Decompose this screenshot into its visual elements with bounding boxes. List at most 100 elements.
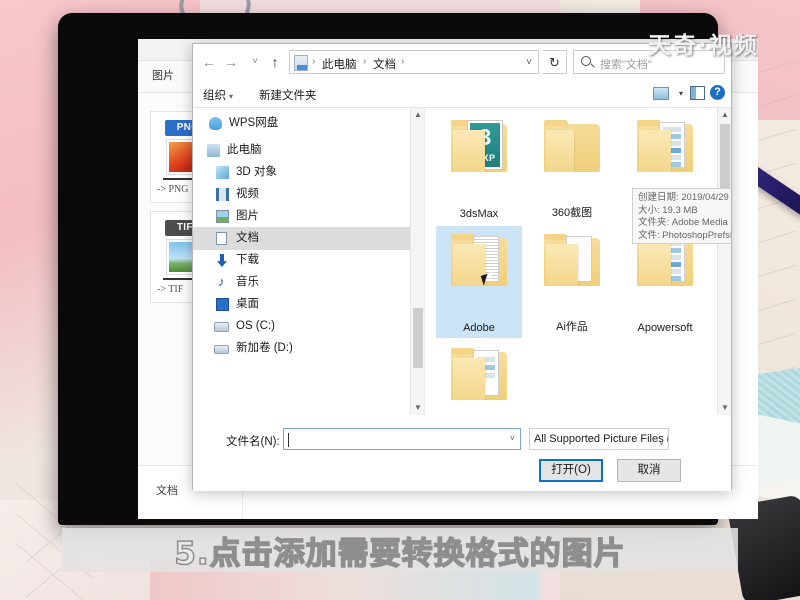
- scroll-down-icon[interactable]: ▼: [411, 401, 424, 415]
- chevron-down-icon[interactable]: ˅: [526, 57, 532, 68]
- download-icon: [217, 254, 227, 267]
- file-item-label: 360截图: [551, 207, 593, 219]
- sidebar-item-label: 新加卷 (D:): [236, 342, 293, 354]
- sidebar-item-this-pc[interactable]: 此电脑: [193, 139, 424, 162]
- view-options-icon[interactable]: [653, 87, 669, 100]
- filetype-dropdown[interactable]: All Supported Picture Files (* ˅: [529, 428, 669, 450]
- sidebar-item-3d-objects[interactable]: 3D 对象: [193, 161, 424, 184]
- open-button[interactable]: 打开(O): [539, 459, 603, 482]
- filetype-value: All Supported Picture Files (*: [534, 433, 669, 445]
- drive-icon: [214, 322, 229, 332]
- scrollbar-thumb[interactable]: [413, 308, 423, 368]
- sidebar-item-label: 文档: [236, 232, 259, 244]
- cube-icon: [216, 166, 229, 179]
- folder-icon: 3 MXP: [451, 120, 507, 172]
- up-icon[interactable]: ↑: [265, 52, 285, 72]
- cancel-button[interactable]: 取消: [617, 459, 681, 482]
- documents-icon: [216, 232, 227, 245]
- file-item-label: 3dsMax: [459, 208, 499, 220]
- sidebar-scrollbar[interactable]: ▲ ▼: [410, 108, 424, 415]
- organize-label: 组织: [203, 90, 226, 102]
- breadcrumb-separator: ›: [401, 56, 405, 67]
- preview-pane-icon[interactable]: [690, 86, 705, 100]
- app-status-label: 文档: [156, 485, 178, 497]
- filename-input[interactable]: ˅: [283, 428, 521, 450]
- scroll-down-icon[interactable]: ▼: [718, 401, 731, 415]
- search-placeholder: 搜索"文档": [600, 59, 652, 71]
- refresh-icon[interactable]: ↻: [543, 50, 567, 74]
- file-item-adobe[interactable]: Adobe: [436, 226, 522, 338]
- breadcrumb-documents[interactable]: 文档: [373, 56, 396, 72]
- tooltip-folders: 文件夹: Adobe Media Encoder, After Effects,…: [638, 217, 731, 229]
- file-hover-tooltip: 创建日期: 2019/04/29 12:53 大小: 19.3 MB 文件夹: …: [632, 188, 731, 244]
- caption-bar: 5.点击添加需要转换格式的图片: [62, 528, 738, 572]
- sidebar-item-desktop[interactable]: 桌面: [193, 293, 424, 316]
- breadcrumb-separator: ›: [363, 56, 367, 67]
- recent-locations-icon[interactable]: ˅: [245, 52, 265, 72]
- file-list-scrollbar[interactable]: ▲ ▼: [717, 108, 731, 415]
- sidebar-item-label: 此电脑: [227, 144, 262, 156]
- chevron-down-icon: ˅: [658, 438, 664, 448]
- folder-icon: [451, 348, 507, 400]
- sidebar-item-downloads[interactable]: 下载: [193, 249, 424, 272]
- sidebar-item-documents[interactable]: 文档: [193, 227, 424, 250]
- chevron-down-icon[interactable]: ˅: [510, 433, 515, 443]
- sidebar-item-label: 图片: [236, 210, 259, 222]
- app-tab-images[interactable]: 图片: [152, 67, 174, 83]
- folder-icon: [451, 234, 507, 286]
- file-item-ai-works[interactable]: Ai作品: [529, 226, 615, 338]
- breadcrumb-separator: ›: [312, 56, 316, 67]
- format-arrow-label-png: -> PNG: [157, 184, 189, 195]
- desktop-icon: [216, 298, 229, 311]
- format-arrow-label-tiff: -> TIF: [157, 284, 184, 295]
- video-icon: [216, 188, 229, 201]
- dialog-toolbar: 组织 ▾ 新建文件夹 ▾ ?: [193, 80, 731, 108]
- music-icon: ♪: [218, 274, 225, 289]
- file-item-partial-row[interactable]: [436, 340, 522, 415]
- folder-icon: [544, 234, 600, 286]
- folder-icon: [637, 120, 693, 172]
- sidebar-item-videos[interactable]: 视频: [193, 183, 424, 206]
- text-caret: [288, 433, 289, 447]
- tooltip-created-date: 创建日期: 2019/04/29 12:53: [638, 192, 731, 203]
- file-item-label: Adobe: [463, 322, 495, 334]
- sidebar-item-label: 音乐: [236, 276, 259, 288]
- file-item-3dsmax[interactable]: 3 MXP 3dsMax: [436, 112, 522, 224]
- back-icon[interactable]: ←: [199, 52, 219, 72]
- scroll-up-icon[interactable]: ▲: [411, 108, 424, 122]
- drive-icon: [214, 345, 229, 354]
- sidebar-item-music[interactable]: ♪ 音乐: [193, 271, 424, 294]
- dialog-body: WPS网盘 此电脑 3D 对象 视频 图片 文档 下载 ♪ 音乐 桌面 OS (…: [193, 108, 731, 415]
- file-item-label: Ai作品: [556, 321, 588, 333]
- address-bar[interactable]: › 此电脑 › 文档 › ˅: [289, 50, 539, 74]
- folder-location-icon: [294, 55, 308, 71]
- caption-text: 5.点击添加需要转换格式的图片: [174, 535, 626, 573]
- filename-label: 文件名(N):: [226, 436, 280, 448]
- sidebar-item-pictures[interactable]: 图片: [193, 205, 424, 228]
- sidebar-item-label: 视频: [236, 188, 259, 200]
- file-item-360screenshot[interactable]: 360截图: [529, 112, 615, 224]
- sidebar-item-new-volume-d[interactable]: 新加卷 (D:): [193, 337, 424, 360]
- sidebar-item-os-c[interactable]: OS (C:): [193, 315, 424, 338]
- dialog-footer: 文件名(N): ˅ All Supported Picture Files (*…: [193, 415, 731, 491]
- breadcrumb-this-pc[interactable]: 此电脑: [322, 56, 357, 72]
- file-list-pane: 3 MXP 3dsMax 360截图: [426, 108, 731, 415]
- forward-icon[interactable]: →: [221, 52, 241, 72]
- chevron-down-icon[interactable]: ▾: [679, 89, 683, 98]
- sidebar-item-label: WPS网盘: [229, 117, 279, 129]
- chevron-down-icon: ▾: [229, 92, 234, 101]
- computer-icon: [207, 144, 220, 157]
- laptop-screen: 图片 PNG -> PNG TIFF -> TIF 文档 ← → ˅ ↑ › 此…: [138, 39, 758, 519]
- laptop-bezel: 图片 PNG -> PNG TIFF -> TIF 文档 ← → ˅ ↑ › 此…: [58, 13, 758, 525]
- folder-icon: [544, 120, 600, 172]
- search-icon: [581, 56, 591, 66]
- organize-button[interactable]: 组织 ▾: [203, 87, 233, 103]
- cloud-icon: [209, 117, 222, 130]
- tooltip-size: 大小: 19.3 MB: [638, 204, 698, 216]
- help-icon[interactable]: ?: [710, 85, 725, 100]
- sidebar-item-label: 3D 对象: [236, 166, 277, 178]
- new-folder-button[interactable]: 新建文件夹: [259, 87, 317, 103]
- scroll-up-icon[interactable]: ▲: [718, 108, 731, 122]
- sidebar-item-wps-cloud[interactable]: WPS网盘: [193, 112, 424, 135]
- open-file-dialog: ← → ˅ ↑ › 此电脑 › 文档 › ˅ ↻ 搜索"文档" 组织 ▾ 新建文…: [192, 43, 732, 491]
